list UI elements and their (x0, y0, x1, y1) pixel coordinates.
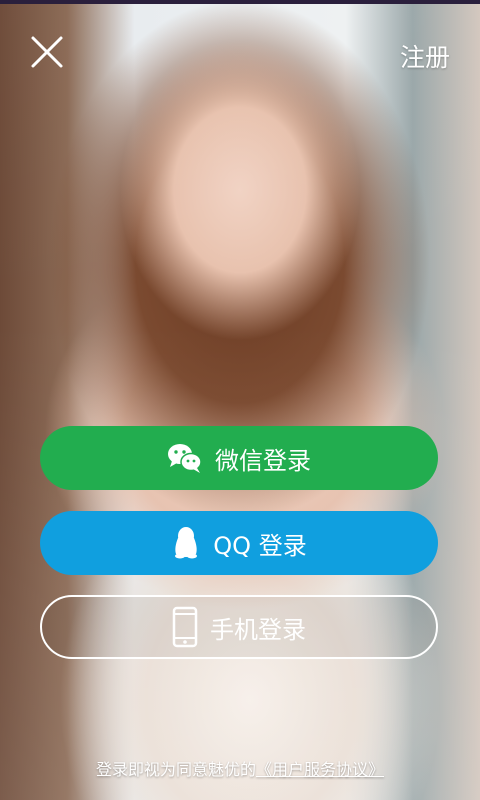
qq-login-label: QQ 登录 (213, 531, 307, 560)
wechat-login-label: 微信登录 (215, 446, 311, 475)
qq-penguin-icon (171, 526, 201, 560)
phone-login-label: 手机登录 (210, 615, 306, 644)
agreement-text: 登录即视为同意魅优的《用户服务协议》 (0, 756, 480, 780)
qq-login-button[interactable]: QQ 登录 (40, 511, 438, 575)
agreement-prefix: 登录即视为同意魅优的 (95, 760, 256, 779)
phone-icon (172, 606, 198, 648)
phone-login-button[interactable]: 手机登录 (40, 595, 438, 659)
close-button[interactable] (27, 32, 67, 72)
agreement-link[interactable]: 《用户服务协议》 (256, 760, 384, 779)
wechat-login-button[interactable]: 微信登录 (40, 426, 438, 490)
login-screen: 注册 微信登录 QQ 登录 手机登录 登录即视为同意魅优的《用户服务协议》 (0, 0, 480, 800)
close-icon (31, 36, 63, 68)
wechat-icon (167, 442, 203, 474)
status-strip (0, 0, 480, 4)
background-photo (0, 0, 480, 800)
register-link[interactable]: 注册 (400, 40, 450, 76)
